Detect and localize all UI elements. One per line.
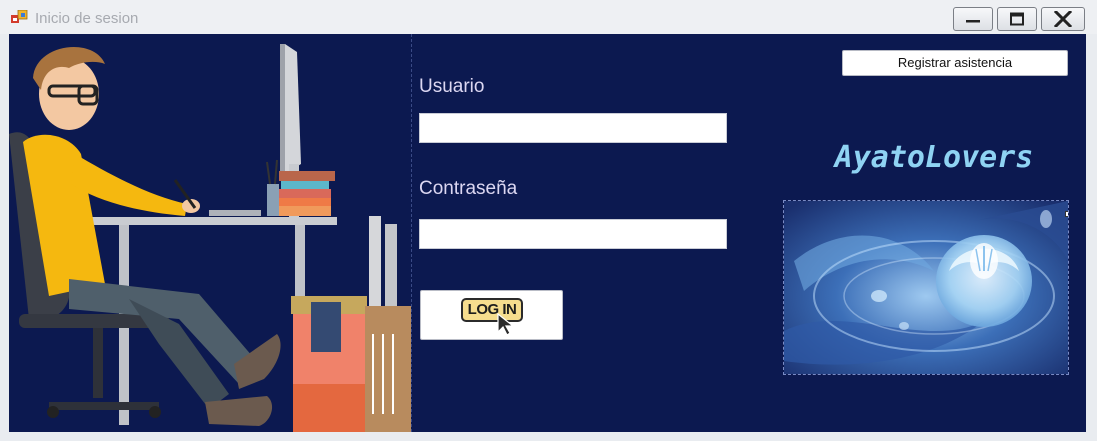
usuario-label: Usuario bbox=[419, 76, 485, 97]
registrar-asistencia-button[interactable]: Registrar asistencia bbox=[842, 50, 1068, 76]
window-title: Inicio de sesion bbox=[35, 10, 139, 27]
flower-image bbox=[784, 201, 1068, 374]
panel-divider bbox=[411, 34, 412, 432]
usuario-input[interactable] bbox=[419, 113, 727, 143]
pointer-cursor-icon bbox=[497, 312, 515, 336]
maximize-icon bbox=[1010, 12, 1024, 26]
login-panel: Usuario Contraseña LOG IN Registrar asis… bbox=[9, 34, 1086, 432]
minimize-button[interactable] bbox=[953, 7, 993, 31]
minimize-icon bbox=[966, 20, 980, 23]
hydro-flower-artwork bbox=[783, 200, 1069, 375]
contrasena-label: Contraseña bbox=[419, 178, 518, 199]
developer-illustration bbox=[9, 44, 411, 432]
resize-handle[interactable] bbox=[1065, 211, 1068, 217]
close-button[interactable] bbox=[1041, 7, 1085, 31]
contrasena-input[interactable] bbox=[419, 219, 727, 249]
window-titlebar[interactable]: Inicio de sesion bbox=[0, 0, 1097, 34]
close-icon bbox=[1054, 11, 1072, 27]
maximize-button[interactable] bbox=[997, 7, 1037, 31]
login-button[interactable]: LOG IN bbox=[420, 290, 563, 340]
brand-title: AyatoLovers bbox=[834, 140, 1034, 175]
app-icon bbox=[11, 10, 28, 23]
